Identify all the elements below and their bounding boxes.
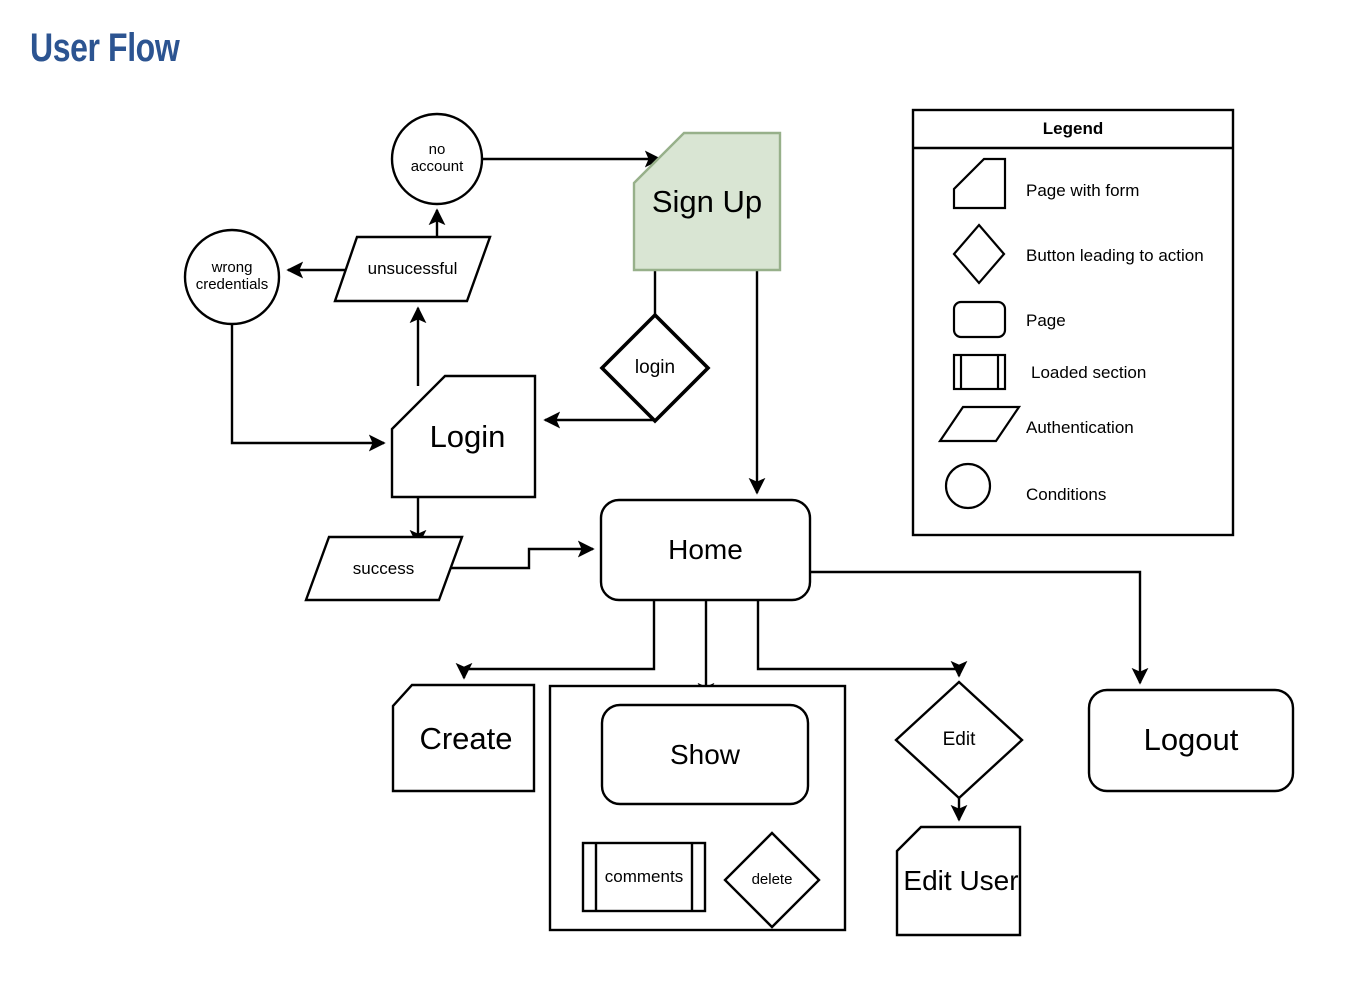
node-edit[interactable] <box>894 680 1024 800</box>
legend-icon-loaded-section <box>952 353 1007 391</box>
node-login-page[interactable] <box>390 374 537 499</box>
legend-label-loaded-section: Loaded section <box>1031 363 1147 382</box>
edge-home-to-create <box>455 600 656 680</box>
node-create[interactable] <box>391 683 536 793</box>
node-sign-up[interactable] <box>632 131 782 272</box>
legend-label-page: Page <box>1026 311 1066 330</box>
legend-icon-circle <box>944 462 992 510</box>
legend-label-conditions: Conditions <box>1026 485 1107 504</box>
node-edit-user[interactable] <box>895 825 1022 937</box>
node-show[interactable] <box>600 703 810 806</box>
flowchart-canvas <box>183 108 1295 937</box>
node-no-account[interactable] <box>390 112 484 206</box>
edge-wrong-credentials-to-login <box>230 322 386 452</box>
edge-home-to-edit <box>756 600 968 678</box>
node-logout[interactable] <box>1087 688 1295 793</box>
node-wrong-credentials[interactable] <box>183 228 281 326</box>
edge-home-to-logout <box>810 570 1149 685</box>
legend-panel <box>911 108 1235 537</box>
node-success[interactable] <box>304 535 464 602</box>
legend-label-page-with-form: Page with form <box>1026 181 1140 200</box>
node-login-button[interactable] <box>599 312 711 424</box>
edge-login-button-to-login <box>543 411 657 429</box>
legend-label-button-leading-to-action: Button leading to action <box>1026 246 1204 265</box>
node-unsuccessful[interactable] <box>333 235 492 303</box>
node-comments[interactable] <box>581 841 707 913</box>
legend-icon-page <box>952 300 1007 339</box>
node-home[interactable] <box>599 498 812 602</box>
user-flow-diagram-page: User Flow no account wrong credentials u… <box>0 0 1362 994</box>
legend-title: Legend <box>1042 119 1104 138</box>
legend-label-authentication: Authentication <box>1026 418 1134 437</box>
